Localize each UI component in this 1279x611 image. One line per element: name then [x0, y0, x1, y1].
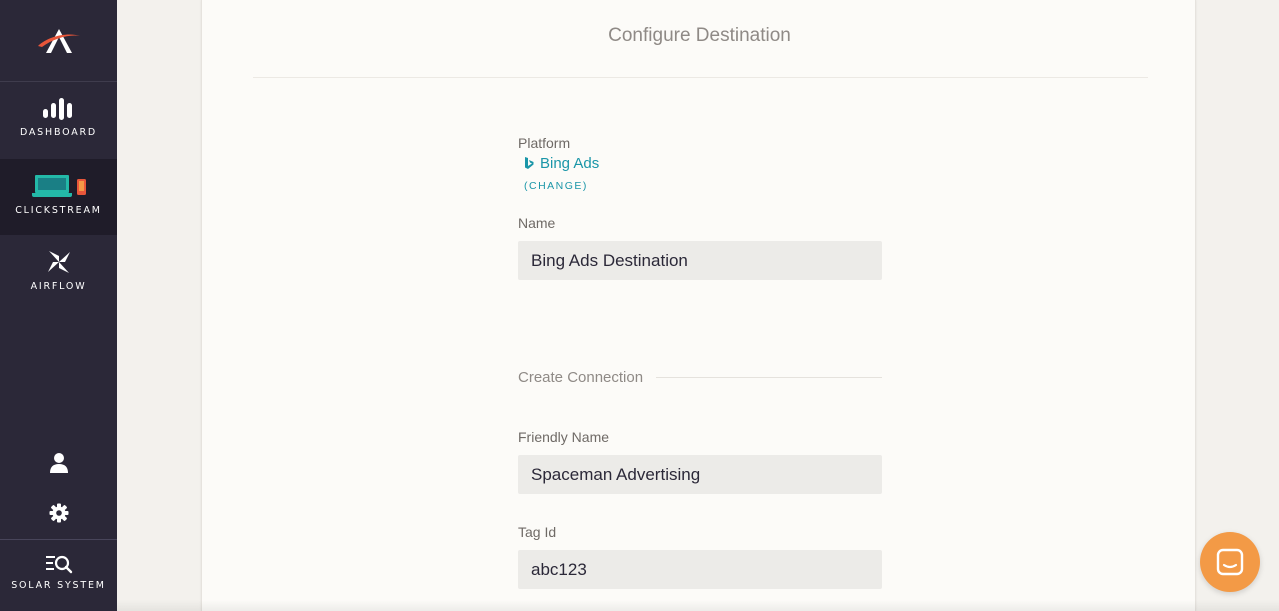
- nav-clickstream-label: CLICKSTREAM: [15, 205, 102, 216]
- bar-chart-icon: [42, 98, 72, 120]
- nav-dashboard[interactable]: DASHBOARD: [0, 83, 117, 159]
- nav-airflow-label: AIRFLOW: [30, 281, 87, 292]
- tag-id-label: Tag Id: [518, 524, 557, 540]
- gear-icon: [49, 503, 68, 523]
- nav-airflow[interactable]: AIRFLOW: [0, 235, 117, 311]
- settings-button[interactable]: [0, 493, 117, 533]
- solar-system-button[interactable]: SOLAR SYSTEM: [0, 539, 117, 611]
- platform-value[interactable]: Bing Ads: [524, 155, 599, 172]
- platform-name: Bing Ads: [540, 155, 600, 172]
- chat-icon: [1216, 548, 1244, 576]
- page-title: Configure Destination: [608, 25, 791, 46]
- friendly-name-input[interactable]: Spaceman Advertising: [518, 455, 882, 494]
- astronomer-logo[interactable]: [0, 0, 117, 82]
- bing-icon: [525, 157, 534, 169]
- chat-button[interactable]: [1200, 532, 1260, 592]
- list-search-icon: [45, 555, 72, 574]
- friendly-name-label: Friendly Name: [518, 429, 610, 445]
- nav-dashboard-label: DASHBOARD: [19, 127, 98, 138]
- sidebar: DASHBOARD CLICKSTREAM AIRFLOW SOLAR SYST…: [0, 0, 117, 611]
- bottom-shadow: [117, 600, 1279, 611]
- name-label: Name: [518, 215, 556, 231]
- platform-label: Platform: [518, 135, 571, 151]
- laptop-phone-icon: [31, 175, 86, 197]
- section-title: Create Connection: [518, 369, 644, 386]
- tag-id-input[interactable]: abc123: [518, 550, 882, 589]
- user-icon: [49, 453, 68, 473]
- solar-system-label: SOLAR SYSTEM: [11, 580, 106, 591]
- title-divider: [253, 77, 1148, 78]
- configure-destination-card: Configure Destination Platform Bing Ads …: [201, 0, 1196, 611]
- section-divider: [656, 377, 882, 378]
- name-input[interactable]: Bing Ads Destination: [518, 241, 882, 280]
- pinwheel-icon: [47, 251, 70, 273]
- change-platform-link[interactable]: (CHANGE): [524, 180, 588, 192]
- create-connection-section: Create Connection: [518, 369, 882, 386]
- nav-clickstream[interactable]: CLICKSTREAM: [0, 159, 117, 235]
- user-button[interactable]: [0, 443, 117, 483]
